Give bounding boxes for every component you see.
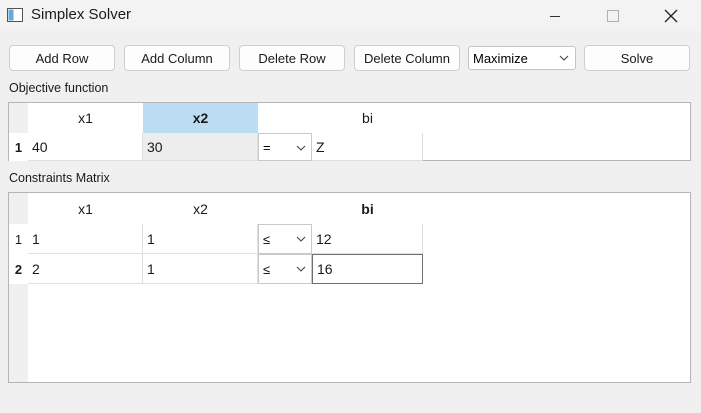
constraints-header-op[interactable] [258, 193, 312, 224]
close-button[interactable] [648, 0, 694, 31]
chevron-down-icon [296, 266, 306, 272]
solve-button[interactable]: Solve [584, 45, 690, 71]
objective-mode-value: Maximize [473, 50, 528, 66]
objective-header-bi[interactable]: bi [312, 103, 423, 133]
constraint-op-value: ≤ [263, 231, 271, 247]
objective-row-header[interactable]: 1 [9, 133, 28, 161]
maximize-icon [607, 9, 619, 22]
constraint-row-header[interactable]: 2 [9, 254, 28, 284]
minimize-icon [550, 15, 560, 17]
app-icon [7, 8, 23, 22]
objective-header-x1[interactable]: x1 [28, 103, 143, 133]
constraints-header-bi[interactable]: bi [312, 193, 423, 224]
constraints-table[interactable]: x1 x2 bi 1 1 1 ≤ 12 2 2 1 ≤ 16 [8, 192, 691, 383]
chevron-down-icon [296, 236, 306, 242]
delete-column-button[interactable]: Delete Column [354, 45, 460, 71]
objective-cell-x1[interactable]: 40 [28, 133, 143, 161]
constraints-header-x2[interactable]: x2 [143, 193, 258, 224]
add-column-button[interactable]: Add Column [124, 45, 230, 71]
constraint-op-value: ≤ [263, 261, 271, 277]
add-row-button[interactable]: Add Row [9, 45, 115, 71]
objective-label: Objective function [9, 81, 109, 95]
constraint-cell-x1[interactable]: 2 [28, 254, 143, 284]
constraint-op-select[interactable]: ≤ [258, 254, 312, 284]
objective-header-op[interactable] [258, 103, 312, 133]
constraint-op-select[interactable]: ≤ [258, 224, 312, 254]
close-icon [664, 9, 678, 22]
constraint-cell-bi-editing[interactable]: 16 [312, 254, 423, 284]
delete-row-button[interactable]: Delete Row [239, 45, 345, 71]
constraint-cell-x2[interactable]: 1 [143, 224, 258, 254]
chevron-down-icon [296, 145, 306, 151]
row-header-gutter [9, 193, 28, 382]
window-title: Simplex Solver [31, 6, 132, 23]
objective-table[interactable]: x1 x2 bi 1 40 30 = Z [8, 102, 691, 161]
title-bar: Simplex Solver [0, 0, 701, 31]
constraints-header-x1[interactable]: x1 [28, 193, 143, 224]
constraints-label: Constraints Matrix [9, 171, 110, 185]
table-corner [9, 103, 28, 133]
objective-op-value: = [263, 139, 271, 155]
objective-mode-select[interactable]: Maximize [468, 46, 576, 70]
objective-header-x2[interactable]: x2 [143, 103, 258, 133]
chevron-down-icon [559, 55, 569, 61]
constraint-cell-x1[interactable]: 1 [28, 224, 143, 254]
constraint-cell-bi[interactable]: 12 [312, 224, 423, 254]
constraint-cell-x2[interactable]: 1 [143, 254, 258, 284]
objective-cell-bi[interactable]: Z [312, 133, 423, 161]
objective-cell-x2[interactable]: 30 [143, 133, 258, 161]
maximize-button[interactable] [590, 0, 636, 31]
objective-op-select[interactable]: = [258, 133, 312, 161]
minimize-button[interactable] [532, 0, 578, 31]
constraint-row-header[interactable]: 1 [9, 224, 28, 254]
